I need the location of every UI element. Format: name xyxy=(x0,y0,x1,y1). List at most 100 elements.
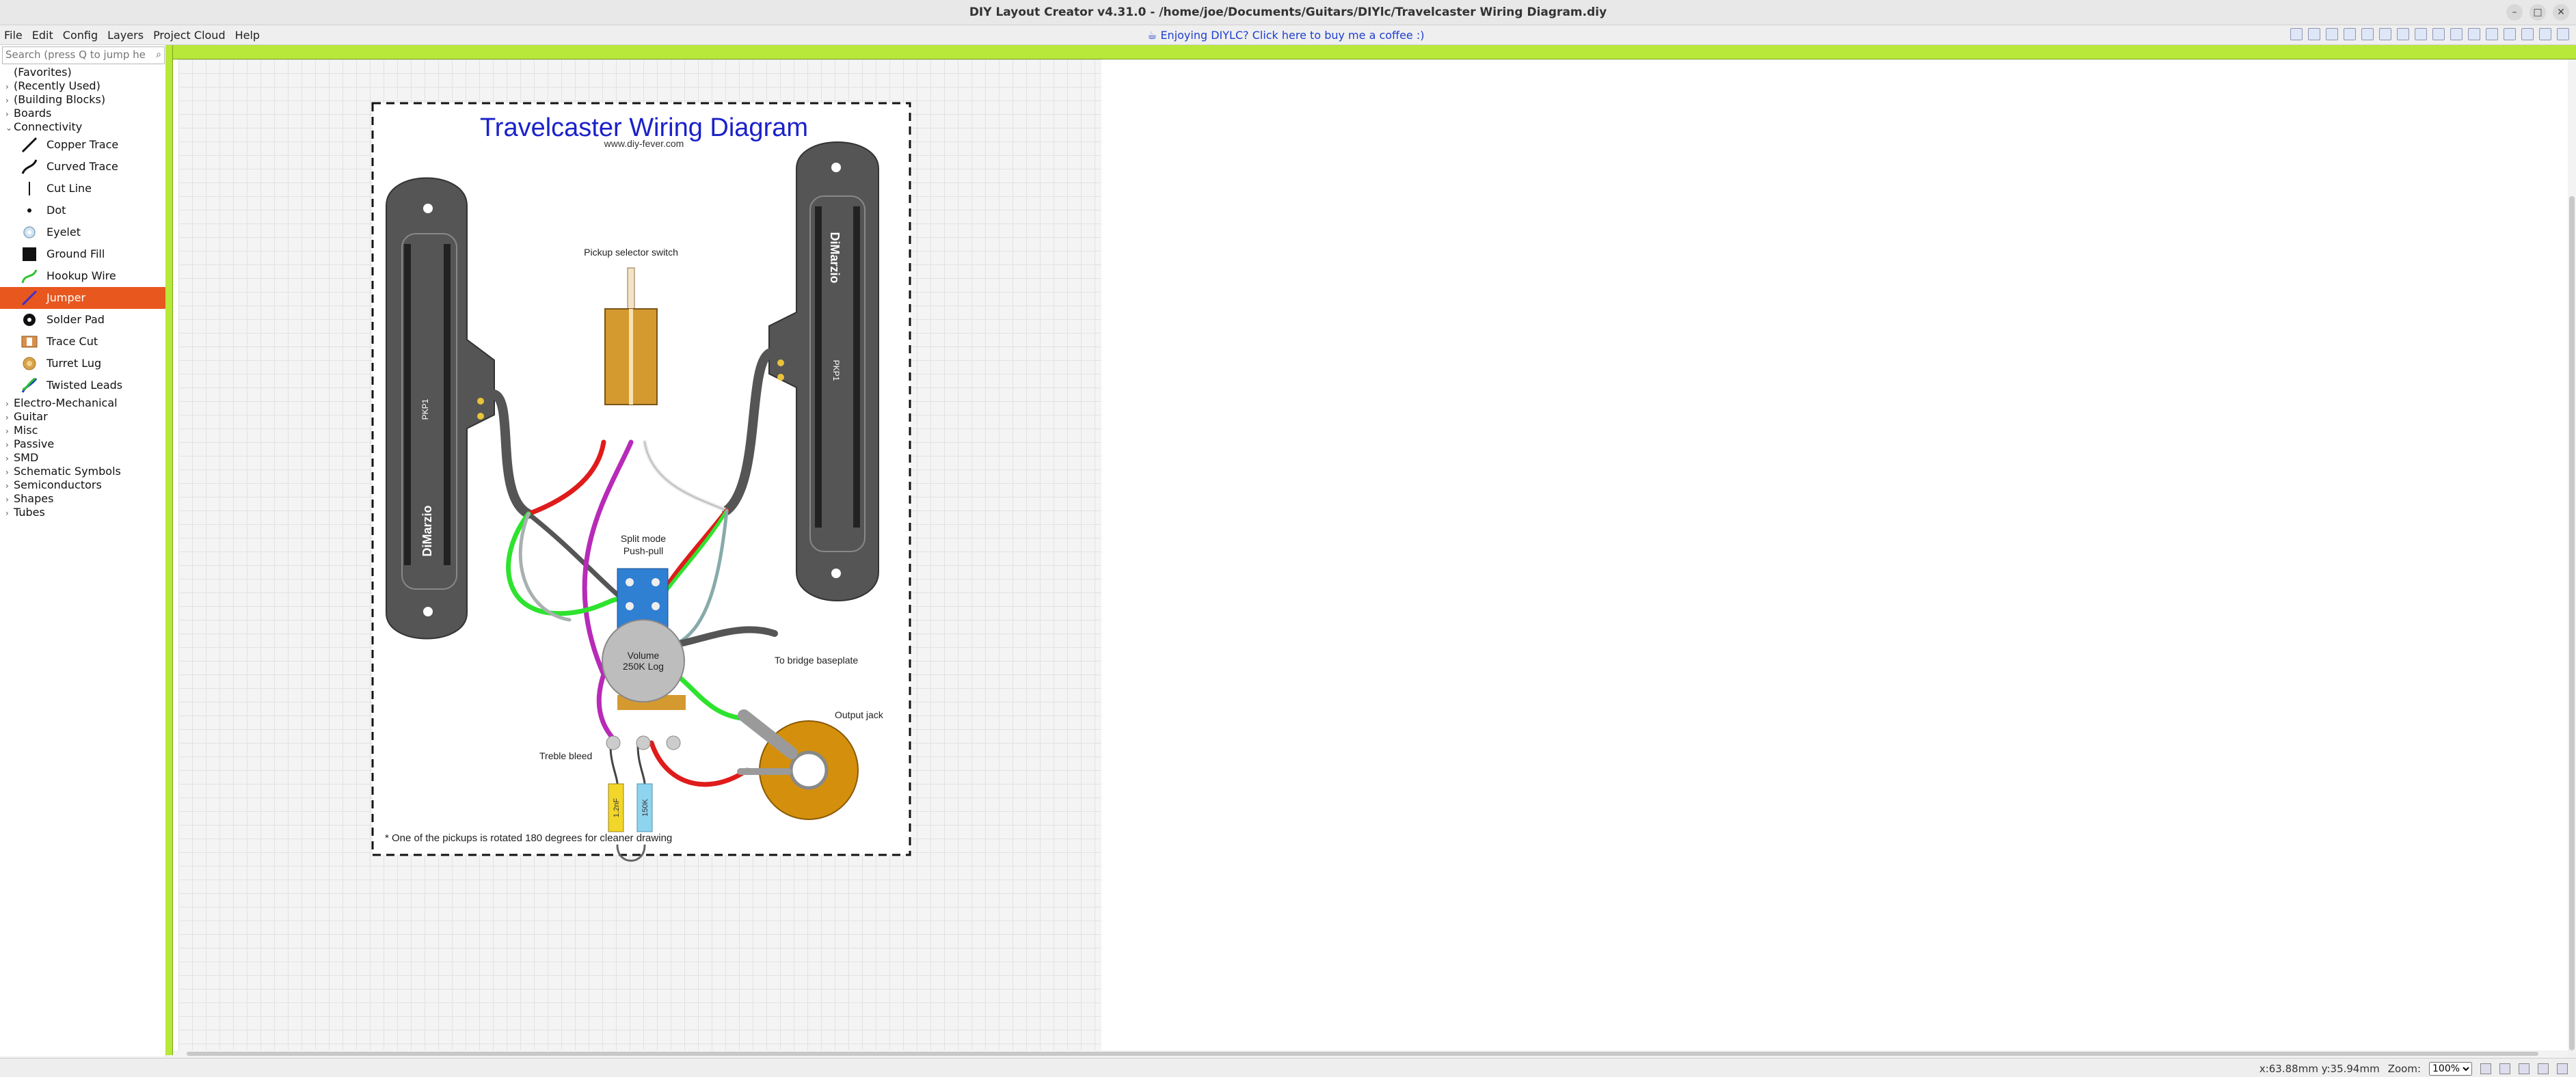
tool-icon[interactable] xyxy=(2379,28,2391,40)
chevron-right-icon[interactable]: › xyxy=(5,424,14,438)
tool-icon[interactable] xyxy=(2539,28,2551,40)
tree-node-electro-mechanical[interactable]: › Electro-Mechanical xyxy=(0,396,165,410)
chevron-right-icon[interactable]: › xyxy=(5,465,14,479)
tool-icon[interactable] xyxy=(2521,28,2534,40)
chevron-down-icon[interactable]: ⌄ xyxy=(5,121,14,135)
tree-node-semiconductors[interactable]: › Semiconductors xyxy=(0,478,165,492)
chevron-right-icon[interactable]: › xyxy=(5,493,14,506)
tree-node-passive[interactable]: › Passive xyxy=(0,437,165,451)
component-curved-trace[interactable]: Curved Trace xyxy=(0,156,165,178)
tree-node-boards[interactable]: › Boards xyxy=(0,107,165,120)
component-cut-line[interactable]: Cut Line xyxy=(0,178,165,200)
treble-bleed-cap[interactable]: 1.2nF xyxy=(608,783,624,832)
tree-label: Misc xyxy=(14,424,38,437)
component-eyelet[interactable]: Eyelet xyxy=(0,221,165,243)
search-box[interactable]: ⌕ xyxy=(2,46,165,64)
component-turret-lug[interactable]: Turret Lug xyxy=(0,353,165,374)
tree-label: SMD xyxy=(14,451,39,464)
zoom-select[interactable]: 100% xyxy=(2429,1062,2472,1076)
drawing-canvas[interactable]: Travelcaster Wiring Diagram www.diy-feve… xyxy=(173,59,2568,1050)
tool-icon[interactable] xyxy=(2468,28,2480,40)
status-icon[interactable] xyxy=(2519,1063,2530,1074)
tool-icon[interactable] xyxy=(2432,28,2445,40)
copper-trace-icon xyxy=(21,137,38,153)
component-label: Copper Trace xyxy=(46,138,119,151)
tree-node-tubes[interactable]: › Tubes xyxy=(0,506,165,519)
twisted-leads-icon xyxy=(21,377,38,393)
tree-node-favorites[interactable]: (Favorites) xyxy=(0,66,165,79)
menu-layers[interactable]: Layers xyxy=(107,29,144,42)
component-twisted-leads[interactable]: Twisted Leads xyxy=(0,374,165,396)
dot-icon xyxy=(27,208,31,213)
search-input[interactable] xyxy=(3,47,148,62)
horizontal-ruler[interactable] xyxy=(172,45,2576,59)
component-jumper[interactable]: Jumper xyxy=(0,287,165,309)
tool-icon[interactable] xyxy=(2415,28,2427,40)
status-icon[interactable] xyxy=(2480,1063,2491,1074)
tool-icon[interactable] xyxy=(2450,28,2463,40)
tree-node-smd[interactable]: › SMD xyxy=(0,451,165,465)
tree-node-recently-used[interactable]: › (Recently Used) xyxy=(0,79,165,93)
component-dot[interactable]: Dot xyxy=(0,200,165,221)
tree-node-guitar[interactable]: › Guitar xyxy=(0,410,165,424)
vertical-ruler[interactable] xyxy=(165,45,173,1055)
component-hookup-wire[interactable]: Hookup Wire xyxy=(0,265,165,287)
tool-icon[interactable] xyxy=(2504,28,2516,40)
tool-icon[interactable] xyxy=(2557,28,2569,40)
tool-icon[interactable] xyxy=(2486,28,2498,40)
chevron-right-icon[interactable]: › xyxy=(5,452,14,465)
menu-config[interactable]: Config xyxy=(63,29,98,42)
chevron-right-icon[interactable]: › xyxy=(5,397,14,411)
horizontal-scroll-thumb[interactable] xyxy=(187,1052,2538,1056)
cursor-coordinates: x:63.88mm y:35.94mm xyxy=(2259,1063,2380,1075)
tool-icon[interactable] xyxy=(2326,28,2338,40)
tool-icon[interactable] xyxy=(2344,28,2356,40)
tool-icon[interactable] xyxy=(2361,28,2374,40)
component-ground-fill[interactable]: Ground Fill xyxy=(0,243,165,265)
vertical-scrollbar[interactable] xyxy=(2568,59,2576,1050)
component-tree: (Favorites) › (Recently Used) › (Building … xyxy=(0,66,165,519)
menu-edit[interactable]: Edit xyxy=(32,29,53,42)
vertical-scroll-thumb[interactable] xyxy=(2569,196,2575,1050)
menu-file[interactable]: File xyxy=(4,29,23,42)
close-icon[interactable]: ✕ xyxy=(2553,4,2569,21)
volume-value: 250K Log xyxy=(623,661,664,672)
search-icon[interactable]: ⌕ xyxy=(156,49,161,60)
status-icon[interactable] xyxy=(2557,1063,2568,1074)
horizontal-scrollbar[interactable] xyxy=(173,1050,2568,1057)
right-pickup-code: PKP1 xyxy=(831,360,841,381)
tree-node-connectivity[interactable]: ⌄ Connectivity xyxy=(0,120,165,134)
component-label: Trace Cut xyxy=(46,335,98,348)
tree-node-misc[interactable]: › Misc xyxy=(0,424,165,437)
chevron-right-icon[interactable]: › xyxy=(5,506,14,520)
chevron-right-icon[interactable]: › xyxy=(5,411,14,424)
component-solder-pad[interactable]: Solder Pad xyxy=(0,309,165,331)
tree-node-shapes[interactable]: › Shapes xyxy=(0,492,165,506)
chevron-right-icon[interactable]: › xyxy=(5,479,14,493)
chevron-right-icon[interactable]: › xyxy=(5,438,14,452)
tree-node-building-blocks[interactable]: › (Building Blocks) xyxy=(0,93,165,107)
wiring-diagram[interactable]: Travelcaster Wiring Diagram www.diy-feve… xyxy=(173,59,1103,1050)
tool-icon[interactable] xyxy=(2308,28,2320,40)
chevron-right-icon[interactable]: › xyxy=(5,80,14,94)
status-icon[interactable] xyxy=(2499,1063,2510,1074)
tree-label: Passive xyxy=(14,437,55,450)
coffee-link[interactable]: ☕ Enjoying DIYLC? Click here to buy me a… xyxy=(1147,29,1424,42)
solder-pad-icon xyxy=(23,314,36,326)
tool-icon[interactable] xyxy=(2397,28,2409,40)
bridge-label: To bridge baseplate xyxy=(775,655,858,666)
minimize-icon[interactable]: – xyxy=(2506,4,2523,21)
component-trace-cut[interactable]: Trace Cut xyxy=(0,331,165,353)
maximize-icon[interactable]: □ xyxy=(2530,4,2546,21)
treble-bleed-resistor[interactable]: 150K xyxy=(636,783,653,832)
chevron-right-icon[interactable]: › xyxy=(5,94,14,107)
status-icon[interactable] xyxy=(2538,1063,2549,1074)
chevron-right-icon[interactable]: › xyxy=(5,107,14,121)
tree-node-schematic-symbols[interactable]: › Schematic Symbols xyxy=(0,465,165,478)
menu-help[interactable]: Help xyxy=(235,29,260,42)
coffee-link-text[interactable]: Enjoying DIYLC? Click here to buy me a c… xyxy=(1160,29,1424,42)
menu-bar: File Edit Config Layers Project Cloud He… xyxy=(0,25,2576,45)
component-copper-trace[interactable]: Copper Trace xyxy=(0,134,165,156)
tool-icon[interactable] xyxy=(2290,28,2303,40)
menu-project-cloud[interactable]: Project Cloud xyxy=(153,29,226,42)
